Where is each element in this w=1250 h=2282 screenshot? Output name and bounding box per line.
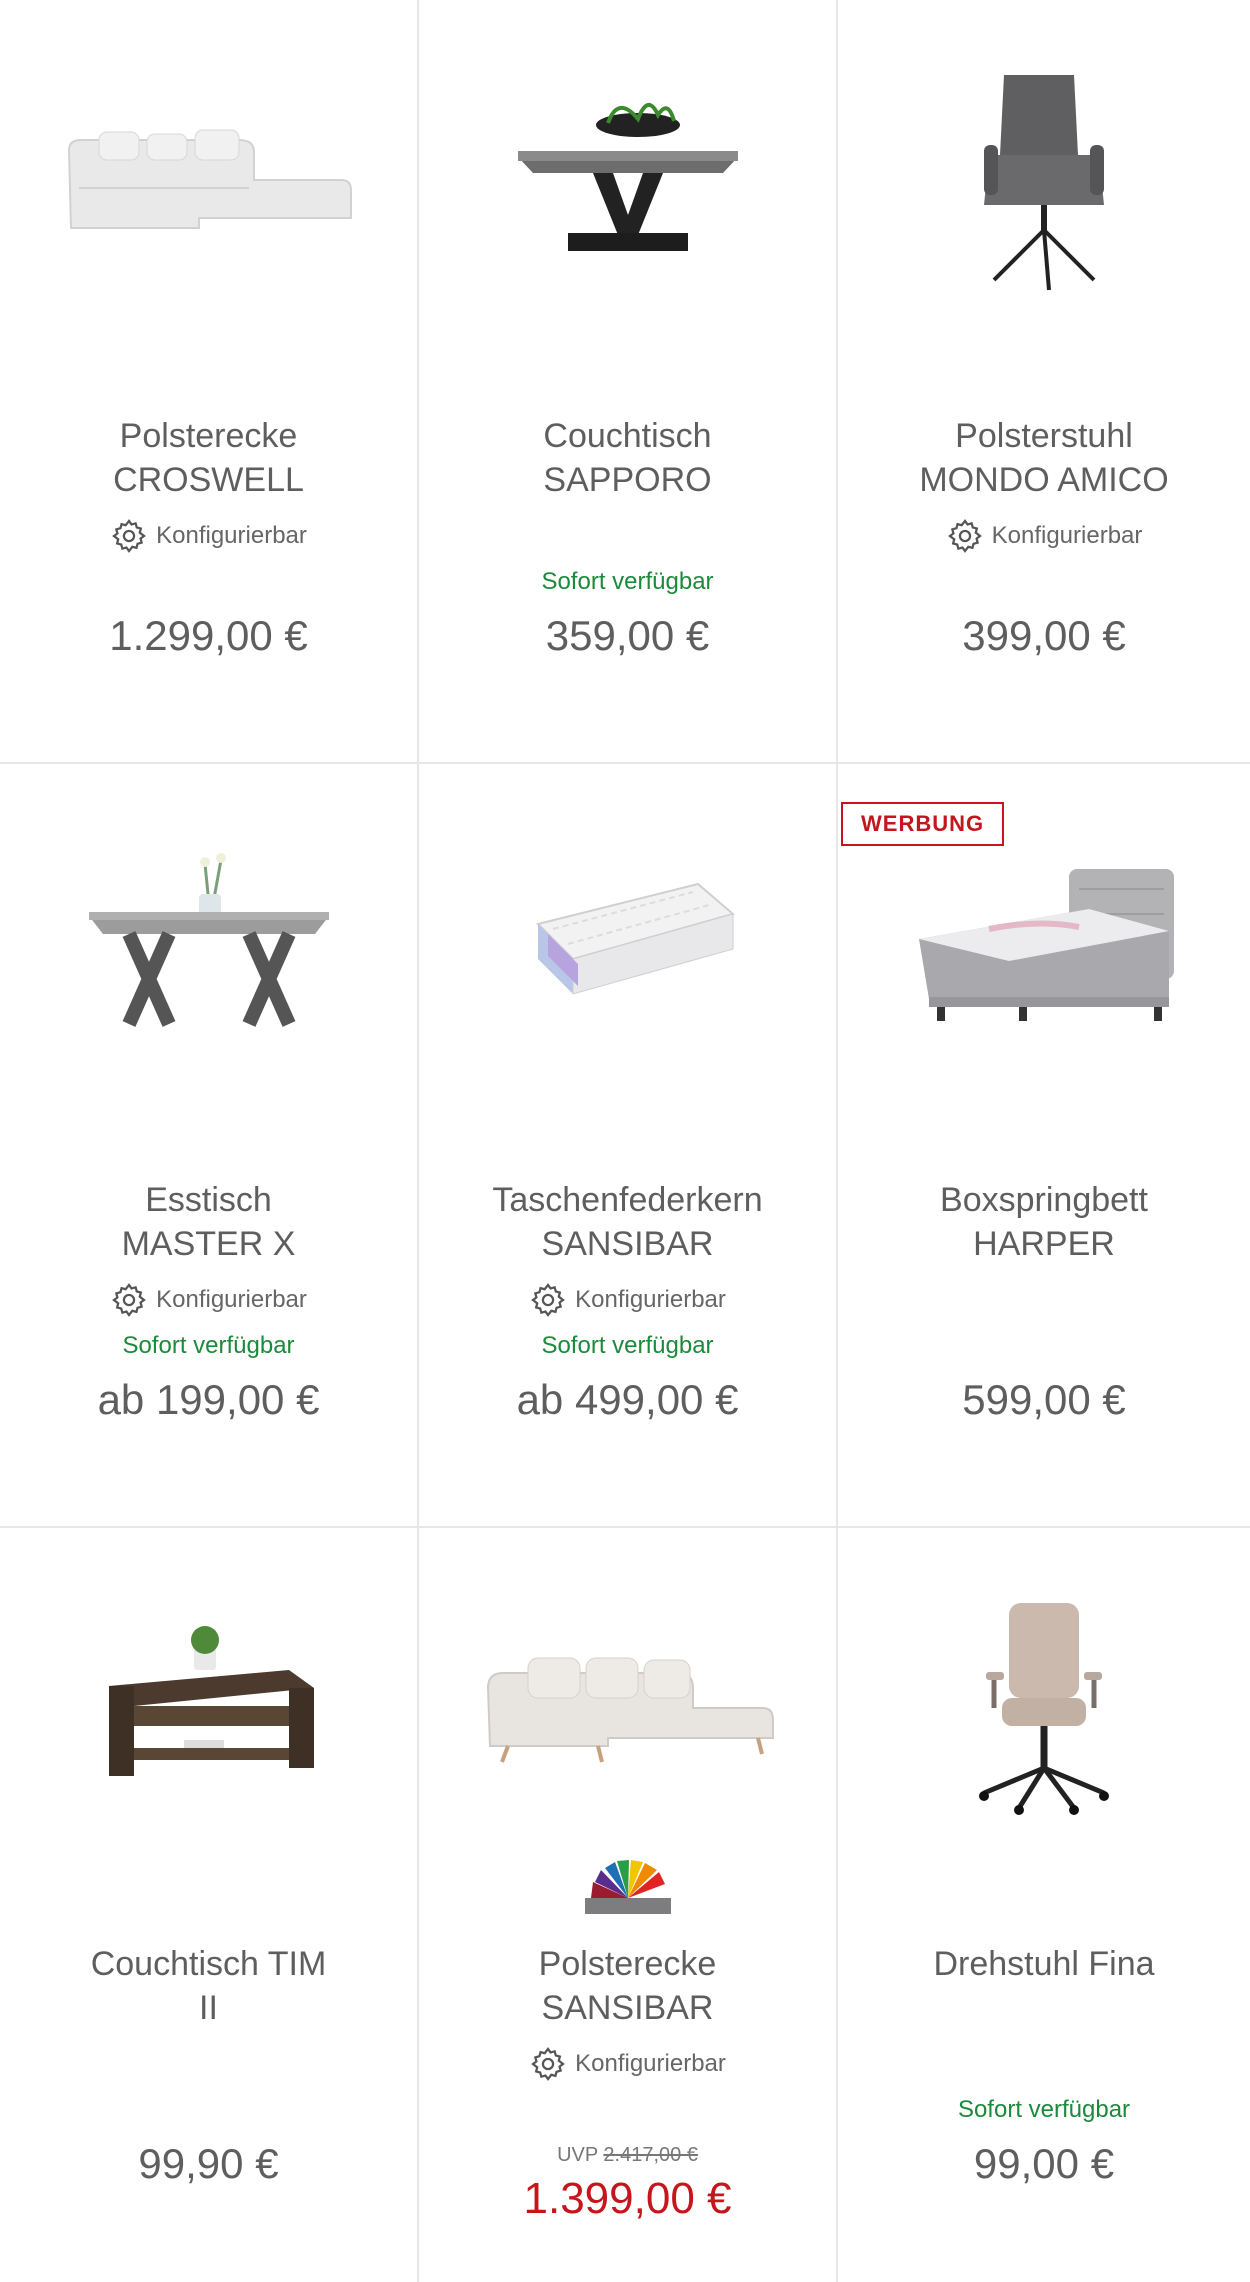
product-card-tim-ii[interactable]: Couchtisch TIM II 99,90 € [0, 1528, 417, 2282]
product-grid: Polsterecke CROSWELL Konfigurierbar 1.29… [0, 0, 1250, 2282]
product-card-sapporo[interactable]: Couchtisch SAPPORO Sofort verfügbar 359,… [419, 0, 836, 762]
product-price: 359,00 € [545, 612, 710, 659]
gear-icon [112, 1283, 147, 1317]
product-image[interactable] [419, 1548, 836, 1868]
configurable-label: Konfigurierbar [0, 516, 417, 556]
configurable-label: Konfigurierbar [419, 1280, 836, 1320]
brand-logo [419, 1860, 836, 1916]
product-card-harper[interactable]: WERBUNG Boxspringbett HARPER 599,00 € [838, 764, 1250, 1526]
sale-price: 1.399,00 € [523, 2174, 732, 2223]
availability-label: Sofort verfügbar [541, 568, 714, 595]
product-title[interactable]: Polsterecke SANSIBAR [439, 1942, 816, 2030]
availability-label: Sofort verfügbar [122, 1332, 295, 1359]
product-title[interactable]: Drehstuhl Fina [858, 1942, 1230, 1986]
uvp-price: 2.417,00 € [603, 2144, 698, 2166]
product-title[interactable]: Polsterecke CROSWELL [20, 414, 397, 502]
product-title[interactable]: Couchtisch TIM II [20, 1942, 397, 2030]
product-price: 1.299,00 € [109, 612, 308, 659]
product-price: 99,00 € [973, 2140, 1115, 2187]
configurable-label: Konfigurierbar [838, 516, 1250, 556]
product-price: 399,00 € [962, 612, 1126, 659]
availability-label: Sofort verfügbar [957, 2096, 1131, 2123]
gear-icon [531, 1283, 566, 1317]
product-image[interactable] [0, 784, 417, 1104]
product-price: ab 499,00 € [516, 1376, 739, 1423]
product-price: 599,00 € [962, 1376, 1126, 1423]
product-image[interactable] [838, 20, 1250, 340]
product-title[interactable]: Esstisch MASTER X [20, 1178, 397, 1266]
gear-icon [112, 519, 147, 553]
availability-label: Sofort verfügbar [541, 1332, 714, 1359]
configurable-label: Konfigurierbar [0, 1280, 417, 1320]
product-image[interactable] [419, 20, 836, 340]
product-card-master-x[interactable]: Esstisch MASTER X Konfigurierbar Sofort … [0, 764, 417, 1526]
uvp-line: UVP 2.417,00 € [557, 2144, 698, 2166]
product-card-fina[interactable]: Drehstuhl Fina Sofort verfügbar 99,00 € [838, 1528, 1250, 2282]
product-title[interactable]: Couchtisch SAPPORO [439, 414, 816, 502]
product-image[interactable] [0, 20, 417, 340]
product-price: 99,90 € [138, 2140, 279, 2187]
product-title[interactable]: Polsterstuhl MONDO AMICO [858, 414, 1230, 502]
product-title[interactable]: Boxspringbett HARPER [858, 1178, 1230, 1266]
product-image[interactable] [419, 784, 836, 1104]
product-image[interactable] [0, 1548, 417, 1868]
product-image[interactable] [838, 1548, 1250, 1868]
product-card-mondo-amico[interactable]: Polsterstuhl MONDO AMICO Konfigurierbar … [838, 0, 1250, 762]
gear-icon [947, 519, 982, 553]
configurable-label: Konfigurierbar [419, 2044, 836, 2084]
product-price: ab 199,00 € [97, 1376, 320, 1423]
product-title[interactable]: Taschenfederkern SANSIBAR [439, 1178, 816, 1266]
product-card-croswell[interactable]: Polsterecke CROSWELL Konfigurierbar 1.29… [0, 0, 417, 762]
product-image[interactable] [838, 784, 1250, 1104]
gear-icon [531, 2047, 566, 2081]
product-card-taschenfederkern[interactable]: Taschenfederkern SANSIBAR Konfigurierbar… [419, 764, 836, 1526]
